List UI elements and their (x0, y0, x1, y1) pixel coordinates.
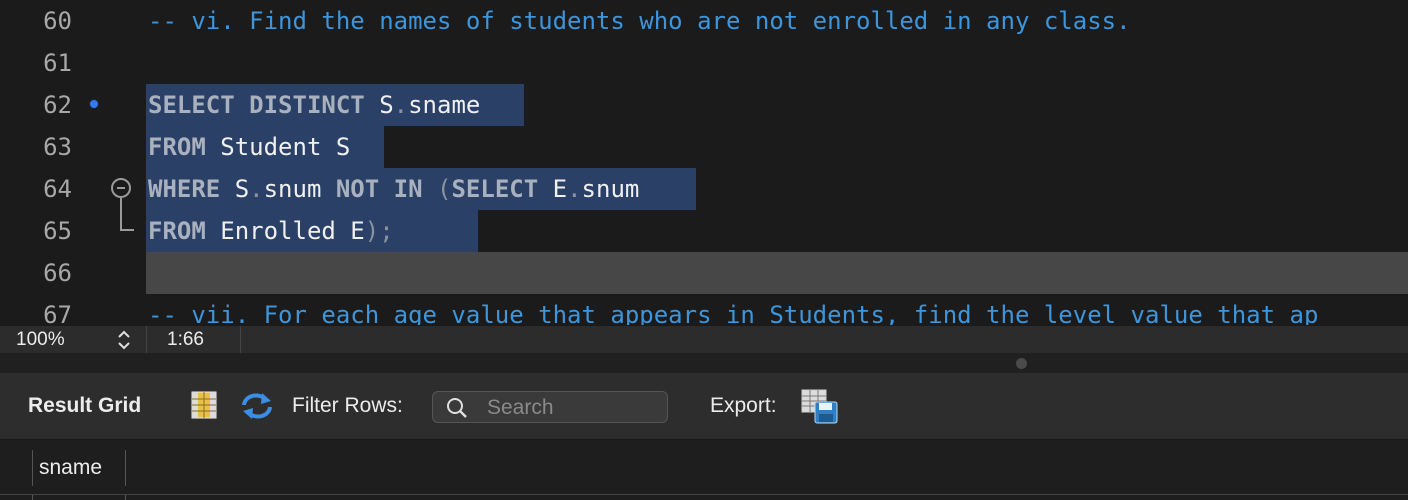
identifier: Enrolled E (220, 217, 365, 245)
splitter-handle[interactable] (1016, 358, 1027, 369)
code-line: FROM Enrolled E); (148, 217, 394, 245)
search-input[interactable] (485, 395, 664, 421)
panel-splitter[interactable] (0, 353, 1408, 373)
fold-guide (120, 210, 122, 230)
editor-line[interactable]: 63 FROM Student S (0, 126, 1408, 168)
column-header-label: sname (39, 456, 103, 479)
status-divider (240, 326, 241, 354)
code-line: FROM Student S (148, 133, 350, 161)
status-divider (146, 326, 147, 354)
editor-line[interactable]: 61 (0, 42, 1408, 84)
column-header-sname[interactable]: sname (32, 450, 126, 486)
fold-end-marker (120, 229, 134, 231)
current-line-highlight (146, 252, 1408, 294)
line-number: 67 (43, 301, 72, 325)
identifier: sname (408, 91, 481, 119)
sql-keyword: WHERE (148, 175, 221, 203)
editor-status-bar: 100% 1:66 (0, 325, 1408, 354)
code-comment: -- vii. For each age value that appears … (148, 301, 1319, 325)
grid-toggle-icon[interactable] (191, 391, 217, 419)
cursor-position: 1:66 (167, 329, 204, 350)
sql-keyword: DISTINCT (249, 91, 365, 119)
sql-keyword: NOT (335, 175, 380, 203)
identifier: snum (263, 175, 322, 203)
filter-rows-label: Filter Rows: (292, 394, 403, 417)
header-divider (0, 494, 1408, 495)
fold-collapse-icon[interactable] (111, 178, 131, 198)
line-number: 61 (43, 49, 72, 77)
operator: ); (364, 217, 394, 245)
sql-keyword: SELECT (148, 91, 235, 119)
refresh-icon[interactable] (240, 391, 274, 421)
search-icon (447, 398, 467, 418)
sql-editor[interactable]: 60 -- vi. Find the names of students who… (0, 0, 1408, 325)
line-number: 66 (43, 259, 72, 287)
result-toolbar: Result Grid Filter Rows: Export: (0, 373, 1408, 440)
operator: . (393, 91, 409, 119)
fold-guide (120, 198, 122, 210)
line-number: 64 (43, 175, 72, 203)
line-number: 60 (43, 7, 72, 35)
identifier: E (552, 175, 568, 203)
operator: . (249, 175, 264, 203)
sql-keyword: IN (393, 175, 423, 203)
identifier: S (379, 91, 394, 119)
line-number: 62 (43, 91, 72, 119)
operator: ( (437, 175, 452, 203)
statement-marker-icon[interactable] (89, 99, 99, 109)
export-label: Export: (710, 394, 777, 417)
identifier: Student S (220, 133, 351, 161)
editor-line[interactable]: 67 -- vii. For each age value that appea… (0, 294, 1408, 325)
code-line: WHERE S.snum NOT IN (SELECT E.snum (148, 175, 639, 203)
result-grid-title[interactable]: Result Grid (28, 394, 141, 418)
export-icon[interactable] (801, 389, 839, 425)
editor-line[interactable]: 60 -- vi. Find the names of students who… (0, 0, 1408, 42)
sql-keyword: SELECT (451, 175, 539, 203)
code-comment: -- vi. Find the names of students who ar… (148, 7, 1131, 35)
code-line: SELECT DISTINCT S.sname (148, 91, 480, 119)
identifier: snum (581, 175, 640, 203)
editor-line[interactable]: 65 FROM Enrolled E); (0, 210, 1408, 252)
editor-line-current[interactable]: 66 (0, 252, 1408, 294)
identifier: S (234, 175, 250, 203)
zoom-stepper-icon[interactable] (116, 328, 132, 352)
filter-search-box[interactable] (432, 391, 668, 423)
sql-keyword: FROM (148, 217, 206, 245)
editor-line[interactable]: 62 SELECT DISTINCT S.sname (0, 84, 1408, 126)
table-row[interactable] (32, 495, 126, 500)
zoom-level[interactable]: 100% (16, 329, 65, 351)
line-number: 65 (43, 217, 72, 245)
editor-line[interactable]: 64 WHERE S.snum NOT IN (SELECT E.snum (0, 168, 1408, 210)
operator: . (567, 175, 582, 203)
line-number: 63 (43, 133, 72, 161)
result-grid[interactable]: sname (0, 440, 1408, 500)
sql-keyword: FROM (148, 133, 206, 161)
